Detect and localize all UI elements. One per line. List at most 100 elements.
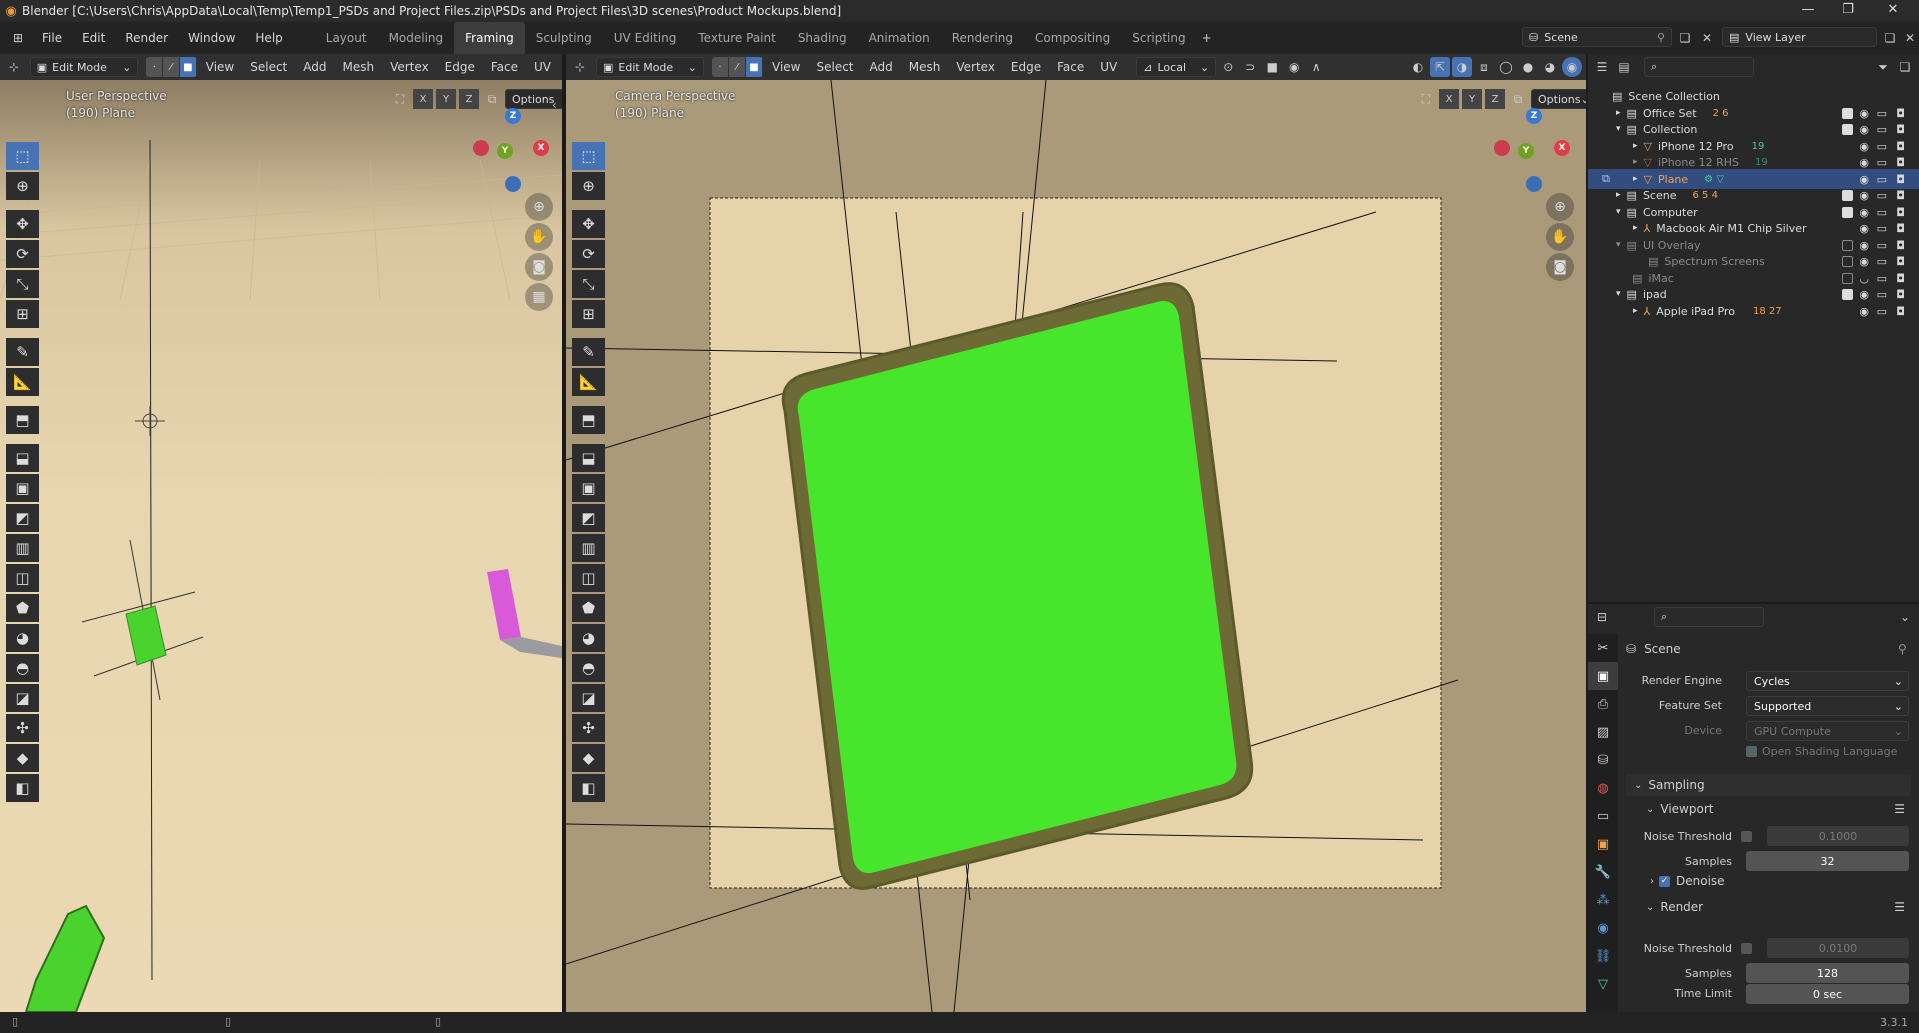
- rip-tool-icon[interactable]: ◧: [6, 774, 39, 802]
- solid-shading-icon[interactable]: ●: [1518, 57, 1538, 77]
- monitor-icon[interactable]: ▭: [1877, 140, 1887, 153]
- camera-icon[interactable]: ◘: [1896, 156, 1905, 169]
- camera-icon[interactable]: ◘: [1896, 288, 1905, 301]
- annotate-tool-icon[interactable]: ✎: [572, 338, 605, 366]
- eye-icon[interactable]: ◉: [1859, 189, 1869, 202]
- material-shading-icon[interactable]: ◕: [1540, 57, 1560, 77]
- expand-arrow-icon[interactable]: ▸: [1633, 306, 1638, 316]
- transform-icon[interactable]: ⛶: [390, 89, 410, 109]
- camera-view-icon[interactable]: ◙: [1546, 253, 1574, 281]
- tab-shading[interactable]: Shading: [787, 22, 858, 54]
- pin-icon[interactable]: ⚲: [1898, 642, 1907, 656]
- proportional-edit-icon[interactable]: ◉: [1284, 57, 1304, 77]
- scene-selector[interactable]: ⛁ Scene ⚲: [1522, 27, 1672, 47]
- axis-x[interactable]: X: [1439, 89, 1459, 109]
- options-dropdown[interactable]: Options⌄: [1531, 89, 1586, 109]
- smooth-tool-icon[interactable]: ◓: [572, 654, 605, 682]
- menu-mesh[interactable]: Mesh: [902, 60, 948, 74]
- tool-tab-icon[interactable]: ✂: [1588, 634, 1618, 662]
- viewport-subpanel-header[interactable]: ⌄ Viewport ☰: [1638, 799, 1911, 819]
- edge-slide-tool-icon[interactable]: ◪: [6, 684, 39, 712]
- eye-icon[interactable]: ◉: [1859, 156, 1869, 169]
- transform-tool-icon[interactable]: ⊞: [572, 300, 605, 328]
- select-box-tool-icon[interactable]: ⬚: [6, 142, 39, 170]
- expand-arrow-icon[interactable]: ▸: [1633, 157, 1638, 167]
- tab-uv-editing[interactable]: UV Editing: [603, 22, 688, 54]
- zoom-icon[interactable]: ⊕: [1546, 193, 1574, 221]
- knife-tool-icon[interactable]: ◫: [6, 564, 39, 592]
- exclude-checkbox[interactable]: [1842, 288, 1853, 300]
- orientation-dropdown[interactable]: ⊿ Local ⌄: [1136, 57, 1217, 77]
- vertex-select-icon[interactable]: ·: [712, 57, 729, 77]
- menu-view[interactable]: View: [765, 60, 807, 74]
- menu-add[interactable]: Add: [863, 60, 900, 74]
- viewport-right[interactable]: ⊹ ▣ Edit Mode ⌄ · ⁄ ■ View Select Add Me…: [566, 54, 1586, 1012]
- edge-select-icon[interactable]: ⁄: [163, 57, 180, 77]
- feature-set-dropdown[interactable]: Supported ⌄: [1746, 696, 1909, 716]
- poly-build-tool-icon[interactable]: ⬟: [572, 594, 605, 622]
- poly-build-tool-icon[interactable]: ⬟: [6, 594, 39, 622]
- camera-icon[interactable]: ◘: [1896, 305, 1905, 318]
- list-icon[interactable]: ☰: [1894, 900, 1905, 914]
- zoom-icon[interactable]: ⊕: [525, 193, 553, 221]
- camera-icon[interactable]: ◘: [1896, 222, 1905, 235]
- wireframe-shading-icon[interactable]: ◯: [1496, 57, 1516, 77]
- eye-icon[interactable]: ◉: [1859, 305, 1869, 318]
- snap-magnet-icon[interactable]: ⊃: [1240, 57, 1260, 77]
- osl-checkbox[interactable]: [1746, 746, 1757, 757]
- collapse-arrow-icon[interactable]: ▾: [1616, 240, 1621, 250]
- gizmo-x[interactable]: X: [533, 140, 549, 156]
- tab-modeling[interactable]: Modeling: [378, 22, 455, 54]
- new-scene-icon[interactable]: ❏: [1675, 28, 1695, 48]
- smooth-tool-icon[interactable]: ◓: [6, 654, 39, 682]
- r-noise-checkbox[interactable]: [1741, 943, 1752, 954]
- eye-closed-icon[interactable]: ◡: [1859, 272, 1869, 285]
- eye-icon[interactable]: ◉: [1859, 123, 1869, 136]
- add-cube-tool-icon[interactable]: ⬒: [572, 406, 605, 434]
- move-tool-icon[interactable]: ✥: [6, 210, 39, 238]
- knife-tool-icon[interactable]: ◫: [572, 564, 605, 592]
- camera-icon[interactable]: ◘: [1896, 107, 1905, 120]
- transform-tool-icon[interactable]: ⊞: [6, 300, 39, 328]
- snap-target-icon[interactable]: ■: [1262, 57, 1282, 77]
- osl-checkbox-row[interactable]: Open Shading Language: [1746, 745, 1897, 758]
- editor-type-icon[interactable]: ⊹: [4, 57, 24, 77]
- vp-noise-field[interactable]: 0.1000: [1767, 826, 1909, 846]
- filter-icon[interactable]: ⏷: [1873, 57, 1893, 77]
- editor-type-icon[interactable]: ⊞: [4, 28, 32, 48]
- camera-icon[interactable]: ◘: [1896, 173, 1905, 186]
- render-tab-icon[interactable]: ▣: [1588, 662, 1618, 690]
- exclude-checkbox[interactable]: [1842, 255, 1853, 267]
- close-icon[interactable]: ✕: [1870, 0, 1916, 22]
- camera-icon[interactable]: ◘: [1896, 189, 1905, 202]
- snap-icon[interactable]: ⧉: [1508, 89, 1528, 109]
- extrude-tool-icon[interactable]: ⬓: [572, 444, 605, 472]
- axis-x[interactable]: X: [413, 89, 433, 109]
- gizmo-neg-z[interactable]: [505, 176, 521, 192]
- spin-tool-icon[interactable]: ◕: [6, 624, 39, 652]
- delete-view-layer-icon[interactable]: ✕: [1900, 28, 1919, 48]
- tab-animation[interactable]: Animation: [858, 22, 941, 54]
- particles-tab-icon[interactable]: ⁂: [1588, 886, 1618, 914]
- display-mode-icon[interactable]: ▤: [1614, 57, 1634, 77]
- pivot-icon[interactable]: ⊙: [1218, 57, 1238, 77]
- view-layer-selector[interactable]: ▤ View Layer: [1722, 27, 1877, 47]
- mode-dropdown[interactable]: ▣ Edit Mode ⌄: [29, 57, 139, 77]
- menu-uv[interactable]: UV: [527, 60, 558, 74]
- gizmo-neg-x[interactable]: [1494, 140, 1510, 156]
- inset-tool-icon[interactable]: ▣: [6, 474, 39, 502]
- data-tab-icon[interactable]: ▽: [1588, 970, 1618, 998]
- menu-uv[interactable]: UV: [1093, 60, 1124, 74]
- monitor-icon[interactable]: ▭: [1877, 305, 1887, 318]
- face-select-icon[interactable]: ■: [746, 57, 763, 77]
- add-workspace-icon[interactable]: +: [1197, 28, 1217, 48]
- sidebar-toggle-icon[interactable]: ‹: [552, 98, 557, 112]
- eye-icon[interactable]: ◉: [1859, 107, 1869, 120]
- object-tab-icon[interactable]: ▣: [1588, 830, 1618, 858]
- menu-mesh[interactable]: Mesh: [336, 60, 382, 74]
- eye-icon[interactable]: ◉: [1859, 239, 1869, 252]
- exclude-checkbox[interactable]: [1842, 123, 1853, 135]
- annotate-tool-icon[interactable]: ✎: [6, 338, 39, 366]
- editor-type-icon[interactable]: ☰: [1592, 57, 1612, 77]
- chevron-down-icon[interactable]: ⌄: [1895, 607, 1915, 627]
